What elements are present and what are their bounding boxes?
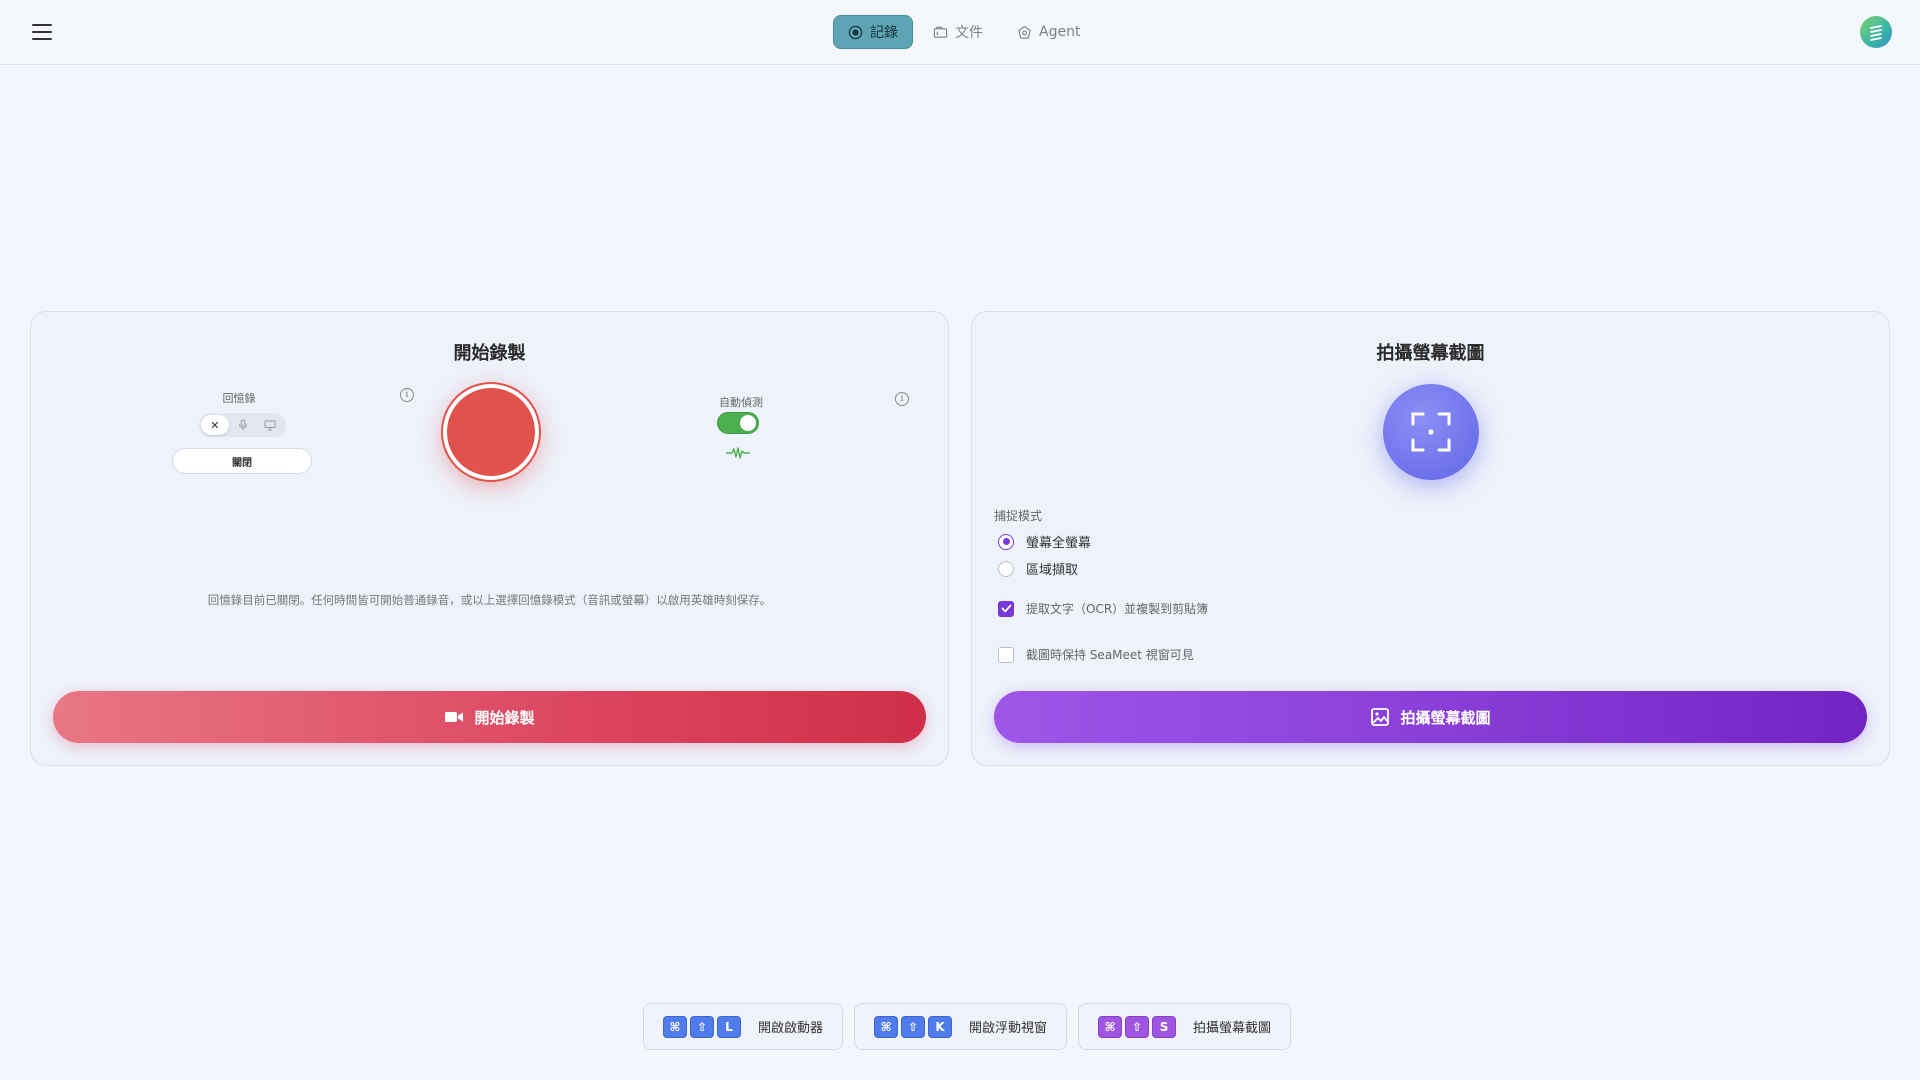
screenshot-circle-button[interactable] xyxy=(1383,384,1479,480)
capture-mode-label: 捕捉模式 xyxy=(994,509,1043,523)
video-camera-icon xyxy=(445,712,464,722)
shortcut-open-launcher[interactable]: ⌘ ⇧ L 開啟啟動器 xyxy=(643,1003,844,1050)
tab-agent[interactable]: Agent xyxy=(1003,15,1094,49)
hamburger-menu-icon[interactable] xyxy=(30,20,54,44)
shortcut-key: ⇧ xyxy=(901,1015,926,1038)
tab-documents[interactable]: 文件 xyxy=(919,15,997,49)
image-icon xyxy=(1371,708,1390,726)
record-circle-button[interactable] xyxy=(443,384,539,480)
take-screenshot-label: 拍攝螢幕截圖 xyxy=(1400,709,1491,727)
shortcut-open-floating-window[interactable]: ⌘ ⇧ K 開啟浮動視窗 xyxy=(854,1003,1068,1050)
radio-region[interactable] xyxy=(998,560,1014,577)
top-bar: 記錄 文件 Agent xyxy=(0,0,1920,65)
record-card-title: 開始錄製 xyxy=(453,343,526,364)
take-screenshot-button[interactable]: 拍攝螢幕截圖 xyxy=(994,691,1867,743)
ocr-option[interactable]: 提取文字（OCR）並複製到剪貼簿 xyxy=(998,600,1208,617)
shortcut-key: ⇧ xyxy=(1125,1015,1150,1038)
tab-documents-label: 文件 xyxy=(955,25,983,41)
folder-icon xyxy=(933,26,948,38)
recall-description: 回憶錄目前已關閉。任何時間皆可開始普通錄音，或以上選擇回憶錄模式（音訊或螢幕）以… xyxy=(207,593,772,607)
shortcut-key: ⇧ xyxy=(690,1015,714,1038)
info-icon[interactable]: i xyxy=(400,388,414,402)
record-icon xyxy=(848,25,863,39)
auto-detect-label: 自動偵測 xyxy=(719,396,763,409)
waveform-icon xyxy=(726,447,750,459)
shortcut-take-screenshot[interactable]: ⌘ ⇧ S 拍攝螢幕截圖 xyxy=(1078,1003,1292,1050)
capture-mode-region[interactable]: 區域擷取 xyxy=(998,559,1078,578)
recall-label: 回憶錄 xyxy=(222,392,256,405)
radio-fullscreen[interactable] xyxy=(998,533,1014,550)
keep-window-visible-option[interactable]: 截圖時保持 SeaMeet 視窗可見 xyxy=(998,646,1194,663)
keep-window-visible-checkbox[interactable] xyxy=(998,646,1014,663)
screenshot-card-title: 拍攝螢幕截圖 xyxy=(1376,343,1485,364)
shortcut-key: ⌘ xyxy=(1098,1015,1123,1038)
shortcut-key: K xyxy=(928,1015,953,1038)
checkmark-icon xyxy=(1001,604,1011,613)
shortcut-key: ⌘ xyxy=(874,1015,899,1038)
capture-frame-icon xyxy=(1411,412,1451,452)
start-recording-button[interactable]: 開始錄製 xyxy=(53,691,926,743)
monitor-icon xyxy=(264,420,276,431)
shortcut-key: L xyxy=(717,1015,741,1038)
start-recording-label: 開始錄製 xyxy=(474,709,535,727)
shortcut-label: 拍攝螢幕截圖 xyxy=(1193,1021,1272,1036)
shortcut-label: 開啟啟動器 xyxy=(758,1021,824,1036)
recall-status-pill: 關閉 xyxy=(172,448,312,474)
keep-window-visible-label: 截圖時保持 SeaMeet 視窗可見 xyxy=(1026,648,1194,662)
recall-mode-selector: ✕ xyxy=(199,413,286,437)
recall-mode-audio[interactable] xyxy=(229,415,257,435)
shortcut-key: ⌘ xyxy=(663,1015,687,1038)
shortcut-key: S xyxy=(1152,1015,1177,1038)
capture-mode-fullscreen[interactable]: 螢幕全螢幕 xyxy=(998,532,1091,551)
ocr-checkbox[interactable] xyxy=(998,600,1014,617)
app-logo-avatar[interactable] xyxy=(1860,16,1892,48)
agent-icon xyxy=(1018,25,1031,39)
capture-mode-fullscreen-label: 螢幕全螢幕 xyxy=(1026,536,1092,551)
close-icon: ✕ xyxy=(210,418,220,432)
capture-mode-region-label: 區域擷取 xyxy=(1026,563,1079,578)
ocr-option-label: 提取文字（OCR）並複製到剪貼簿 xyxy=(1026,602,1209,616)
recall-mode-off[interactable]: ✕ xyxy=(201,415,229,435)
recall-mode-screen[interactable] xyxy=(256,415,284,435)
tab-agent-label: Agent xyxy=(1039,24,1081,40)
main-tabs: 記錄 文件 Agent xyxy=(833,15,1094,49)
keyboard-shortcuts-bar: ⌘ ⇧ L 開啟啟動器 ⌘ ⇧ K 開啟浮動視窗 ⌘ ⇧ S 拍攝螢幕截圖 xyxy=(643,1003,1292,1050)
info-icon[interactable]: i xyxy=(895,392,909,406)
toggle-knob xyxy=(740,415,756,431)
tab-record[interactable]: 記錄 xyxy=(833,15,913,49)
auto-detect-toggle[interactable] xyxy=(717,412,759,434)
shortcut-label: 開啟浮動視窗 xyxy=(969,1021,1048,1036)
screenshot-card: 拍攝螢幕截圖 捕捉模式 螢幕全螢幕 區域擷取 提取文字（OCR）並複製到剪貼簿 … xyxy=(971,311,1890,766)
logo-icon xyxy=(1870,25,1882,41)
microphone-icon xyxy=(238,419,247,430)
tab-record-label: 記錄 xyxy=(870,25,898,41)
record-card: 開始錄製 回憶錄 ✕ 關閉 i 自動偵測 i 回憶錄目前已關閉。任何時間皆可開始… xyxy=(30,311,949,766)
